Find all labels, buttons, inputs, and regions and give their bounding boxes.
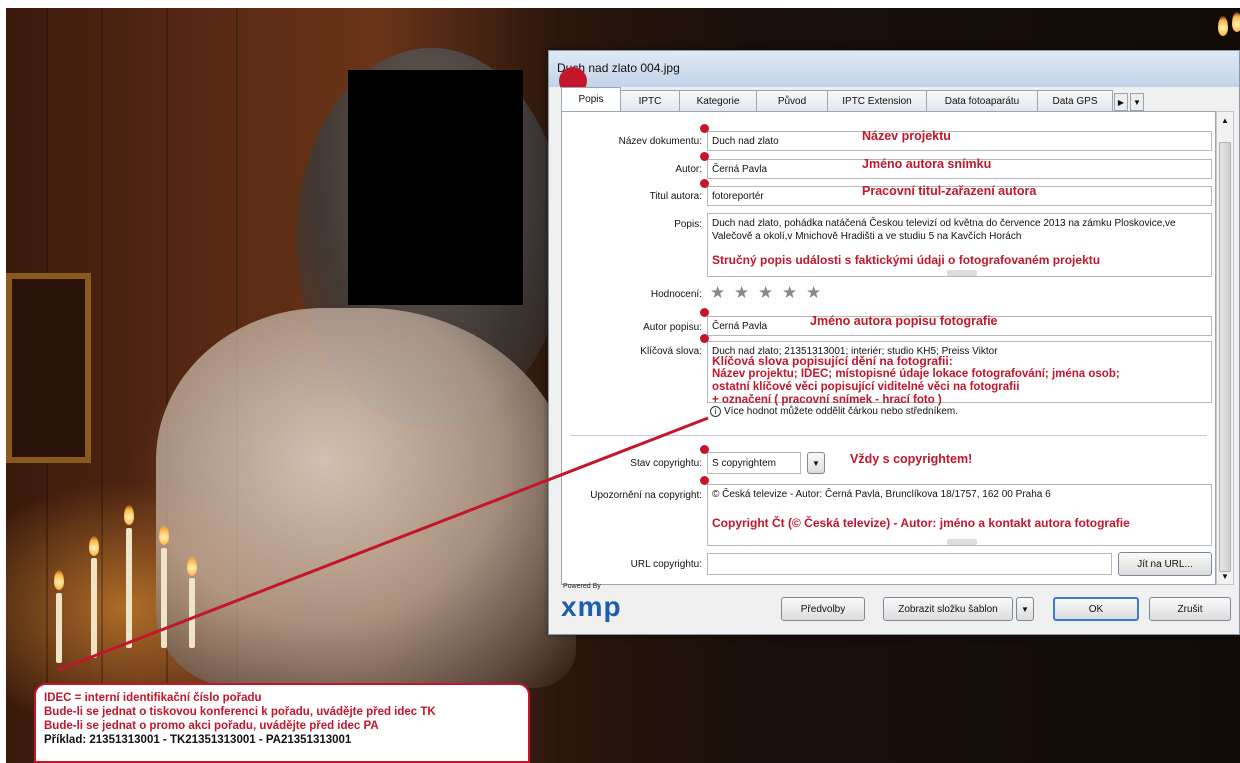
callout-example: Příklad: 21351313001 - TK21351313001 - P…: [44, 734, 352, 746]
callout-line: Bude-li se jednat o tiskovou konferenci …: [44, 706, 436, 718]
idec-callout: IDEC = interní identifikační číslo pořad…: [34, 683, 530, 763]
callout-line: Bude-li se jednat o promo akci pořadu, u…: [44, 720, 379, 732]
annotation-pointer-line: [57, 416, 709, 672]
callout-line: IDEC = interní identifikační číslo pořad…: [44, 692, 262, 704]
